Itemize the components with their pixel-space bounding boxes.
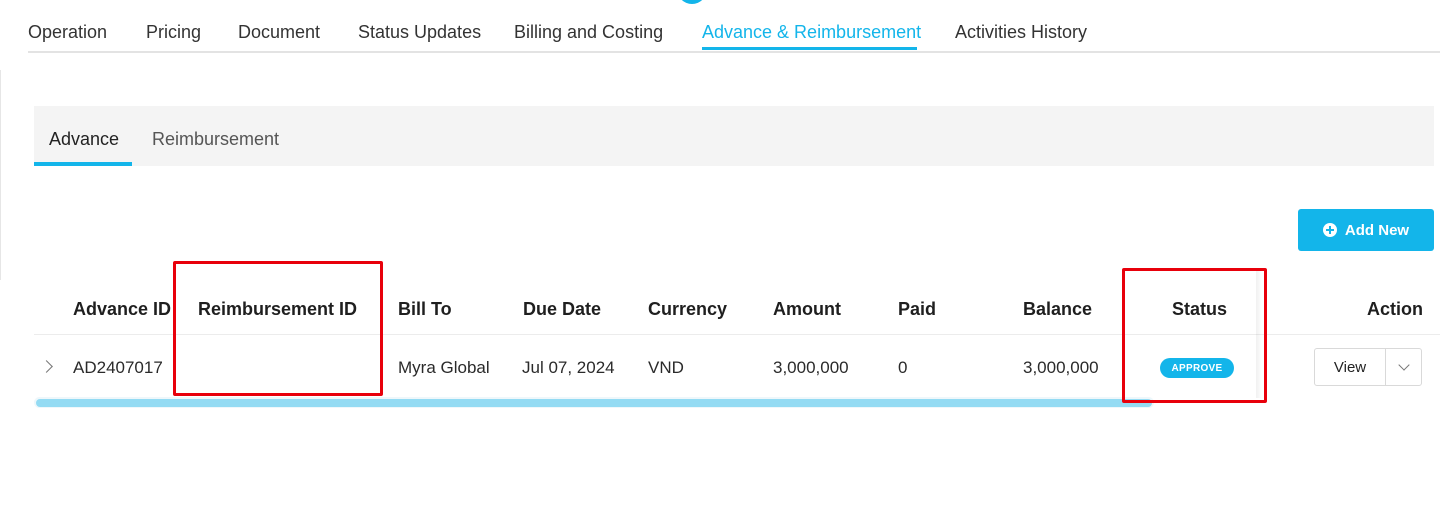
column-header-action: Action — [1367, 299, 1423, 319]
tab-billing-and-costing[interactable]: Billing and Costing — [514, 20, 663, 44]
plus-circle-icon — [1322, 223, 1337, 237]
cell-due-date: Jul 07, 2024 — [522, 358, 615, 377]
expand-row-chevron-right-icon[interactable] — [40, 360, 53, 373]
active-tab-indicator — [702, 47, 917, 50]
action-dropdown-button[interactable] — [1386, 349, 1421, 385]
cell-paid: 0 — [898, 358, 908, 377]
tab-advance-reimbursement[interactable]: Advance & Reimbursement — [702, 20, 921, 44]
add-new-label: Add New — [1344, 221, 1410, 239]
subtab-reimbursement[interactable]: Reimbursement — [152, 128, 279, 150]
column-header-bill-to: Bill To — [398, 299, 452, 319]
tab-activities-history[interactable]: Activities History — [955, 20, 1087, 44]
cell-bill-to: Myra Global — [398, 358, 490, 377]
column-header-advance-id: Advance ID — [73, 299, 172, 319]
tab-status-updates[interactable]: Status Updates — [358, 20, 481, 44]
left-divider — [0, 70, 1, 280]
add-new-button[interactable]: Add New — [1298, 209, 1434, 251]
active-subtab-indicator — [34, 162, 132, 166]
column-header-currency: Currency — [648, 299, 728, 319]
action-button-group: View — [1314, 348, 1422, 386]
tab-operation[interactable]: Operation — [28, 20, 107, 44]
tab-pricing[interactable]: Pricing — [146, 20, 201, 44]
horizontal-scrollbar-thumb[interactable] — [36, 399, 1152, 407]
cell-advance-id: AD2407017 — [73, 358, 163, 377]
cell-amount: 3,000,000 — [773, 358, 849, 377]
tab-document[interactable]: Document — [238, 20, 320, 44]
column-header-due-date: Due Date — [523, 299, 602, 319]
cell-currency: VND — [648, 358, 684, 377]
main-tab-bar: Operation Pricing Document Status Update… — [28, 0, 1440, 53]
cell-balance: 3,000,000 — [1023, 358, 1099, 377]
view-button[interactable]: View — [1315, 349, 1386, 385]
column-header-paid: Paid — [898, 299, 937, 319]
chevron-down-icon — [1397, 359, 1410, 371]
highlight-box-reimbursement-id — [173, 261, 383, 396]
column-header-amount: Amount — [773, 299, 841, 319]
subtab-advance[interactable]: Advance — [49, 128, 119, 150]
highlight-box-status — [1122, 268, 1267, 403]
sub-tab-bar: Advance Reimbursement — [34, 106, 1434, 166]
column-header-balance: Balance — [1023, 299, 1093, 319]
